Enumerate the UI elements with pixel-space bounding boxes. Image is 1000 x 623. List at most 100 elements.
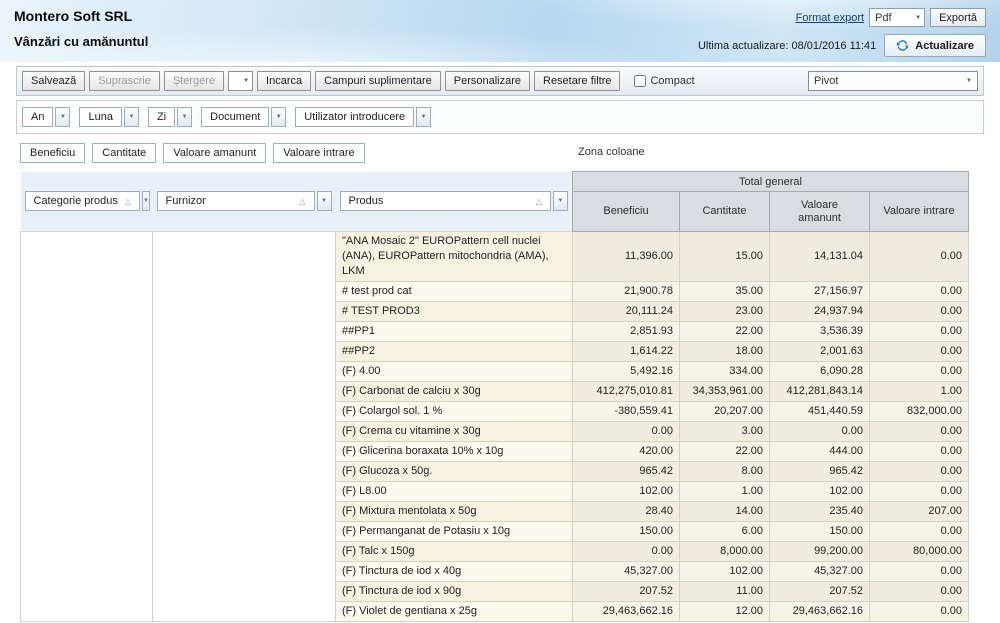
- content: Salvează Suprascrie Ștergere ▼ Incarca C…: [0, 66, 1000, 622]
- field-button-zi[interactable]: Zi▼: [148, 107, 192, 127]
- measure-button-valoare-amanunt[interactable]: Valoare amanunt: [163, 143, 266, 163]
- filter-dropdown-icon[interactable]: ▼: [271, 107, 286, 127]
- cell-value: 444.00: [770, 442, 870, 462]
- field-label: Zi: [148, 107, 175, 127]
- cell-value: 0.00: [870, 422, 969, 442]
- cell-value: 6,090.28: [770, 362, 870, 382]
- cell-value: 28.40: [573, 502, 680, 522]
- cell-produs: # TEST PROD3: [336, 302, 573, 322]
- filter-dropdown-icon[interactable]: ▼: [416, 107, 431, 127]
- cell-value: 24,937.94: [770, 302, 870, 322]
- measure-button-beneficiu[interactable]: Beneficiu: [20, 143, 85, 163]
- cell-value: 0.00: [870, 442, 969, 462]
- field-label: Categorie produs△: [25, 191, 141, 211]
- cell-value: 0.00: [870, 232, 969, 282]
- titles: Montero Soft SRL Vânzări cu amănuntul: [14, 8, 148, 49]
- refresh-button[interactable]: Actualizare: [884, 34, 986, 57]
- save-button[interactable]: Salvează: [22, 71, 85, 91]
- view-mode-select[interactable]: Pivot ▼: [808, 71, 978, 91]
- filter-dropdown-icon[interactable]: ▼: [317, 191, 332, 211]
- cell-value: 22.00: [680, 442, 770, 462]
- filter-dropdown-icon[interactable]: ▼: [55, 107, 70, 127]
- cell-value: 420.00: [573, 442, 680, 462]
- filter-dropdown-icon[interactable]: ▼: [124, 107, 139, 127]
- furnizor-column-area: [153, 232, 336, 622]
- cell-value: 0.00: [870, 522, 969, 542]
- field-label: Produs△: [340, 191, 552, 211]
- chevron-down-icon: ▼: [966, 78, 972, 84]
- cell-produs: ##PP1: [336, 322, 573, 342]
- overwrite-button[interactable]: Suprascrie: [89, 71, 160, 91]
- cell-produs: ##PP2: [336, 342, 573, 362]
- cell-value: 207.52: [573, 582, 680, 602]
- cell-produs: (F) Permanganat de Potasiu x 10g: [336, 522, 573, 542]
- pivot-table: Categorie produs△▼ Furnizor△▼ Produs△▼ T…: [20, 171, 969, 622]
- field-label: Document: [201, 107, 269, 127]
- cell-value: 3.00: [680, 422, 770, 442]
- cell-value: 0.00: [573, 422, 680, 442]
- export-row: Format export Pdf ▼ Exportă: [796, 8, 986, 27]
- view-mode-value: Pivot: [814, 75, 838, 87]
- cell-value: 102.00: [770, 482, 870, 502]
- filter-dropdown-icon[interactable]: ▼: [177, 107, 192, 127]
- measure-button-valoare-intrare[interactable]: Valoare intrare: [273, 143, 364, 163]
- cell-value: 20,111.24: [573, 302, 680, 322]
- saved-view-select[interactable]: ▼: [228, 71, 253, 91]
- cell-produs: (F) Carbonat de calciu x 30g: [336, 382, 573, 402]
- cell-value: 0.00: [870, 302, 969, 322]
- cell-produs: "ANA Mosaic 2" EUROPattern cell nuclei (…: [336, 232, 573, 282]
- field-button-document[interactable]: Document▼: [201, 107, 286, 127]
- load-button[interactable]: Incarca: [257, 71, 311, 91]
- header-actions: Format export Pdf ▼ Exportă Ultima actua…: [698, 8, 986, 57]
- row-field-header-produs: Produs△▼: [336, 172, 573, 232]
- cell-value: 3,536.39: [770, 322, 870, 342]
- personalize-button[interactable]: Personalizare: [445, 71, 530, 91]
- field-button-furnizor[interactable]: Furnizor△▼: [157, 191, 332, 211]
- cell-value: 14.00: [680, 502, 770, 522]
- export-button[interactable]: Exportă: [930, 8, 986, 27]
- reset-filters-button[interactable]: Resetare filtre: [534, 71, 620, 91]
- page-title: Vânzări cu amănuntul: [14, 34, 148, 49]
- cell-value: 0.00: [870, 562, 969, 582]
- cell-value: 8.00: [680, 462, 770, 482]
- delete-button[interactable]: Ștergere: [164, 71, 224, 91]
- extra-fields-button[interactable]: Campuri suplimentare: [315, 71, 441, 91]
- cell-value: 1.00: [870, 382, 969, 402]
- pivot-body: "ANA Mosaic 2" EUROPattern cell nuclei (…: [21, 232, 969, 622]
- field-button-categorie-produs[interactable]: Categorie produs△▼: [25, 191, 149, 211]
- cell-value: 18.00: [680, 342, 770, 362]
- filter-dropdown-icon[interactable]: ▼: [553, 191, 568, 211]
- cell-value: 0.00: [870, 602, 969, 622]
- field-button-luna[interactable]: Luna▼: [79, 107, 138, 127]
- format-export-link[interactable]: Format export: [796, 12, 864, 24]
- refresh-icon: [896, 39, 909, 52]
- field-button-utilizator-introducere[interactable]: Utilizator introducere▼: [295, 107, 431, 127]
- field-button-produs[interactable]: Produs△▼: [340, 191, 569, 211]
- toolbar: Salvează Suprascrie Ștergere ▼ Incarca C…: [16, 66, 984, 96]
- cell-value: 20,207.00: [680, 402, 770, 422]
- column-header-valoare-intrare: Valoare intrare: [870, 192, 969, 232]
- export-format-select[interactable]: Pdf ▼: [869, 8, 925, 27]
- table-row: "ANA Mosaic 2" EUROPattern cell nuclei (…: [21, 232, 969, 282]
- app-window: Montero Soft SRL Vânzări cu amănuntul Fo…: [0, 0, 1000, 623]
- column-header-beneficiu: Beneficiu: [573, 192, 680, 232]
- cell-value: 0.00: [870, 482, 969, 502]
- measure-button-cantitate[interactable]: Cantitate: [92, 143, 156, 163]
- cell-value: 12.00: [680, 602, 770, 622]
- cell-value: 23.00: [680, 302, 770, 322]
- cell-produs: (F) Violet de gentiana x 25g: [336, 602, 573, 622]
- compact-group: Compact: [634, 75, 694, 87]
- compact-checkbox[interactable]: [634, 75, 646, 87]
- cell-value: 6.00: [680, 522, 770, 542]
- field-button-an[interactable]: An▼: [22, 107, 70, 127]
- pivot-area: Beneficiu Cantitate Valoare amanunt Valoare…: [20, 140, 968, 622]
- cell-value: -380,559.41: [573, 402, 680, 422]
- cell-produs: (F) Glucoza x 50g.: [336, 462, 573, 482]
- row-field-header-furnizor: Furnizor△▼: [153, 172, 336, 232]
- field-label: An: [22, 107, 53, 127]
- filter-dropdown-icon[interactable]: ▼: [142, 191, 150, 211]
- cell-value: 15.00: [680, 232, 770, 282]
- cell-value: 34,353,961.00: [680, 382, 770, 402]
- cell-value: 2,001.63: [770, 342, 870, 362]
- cell-value: 832,000.00: [870, 402, 969, 422]
